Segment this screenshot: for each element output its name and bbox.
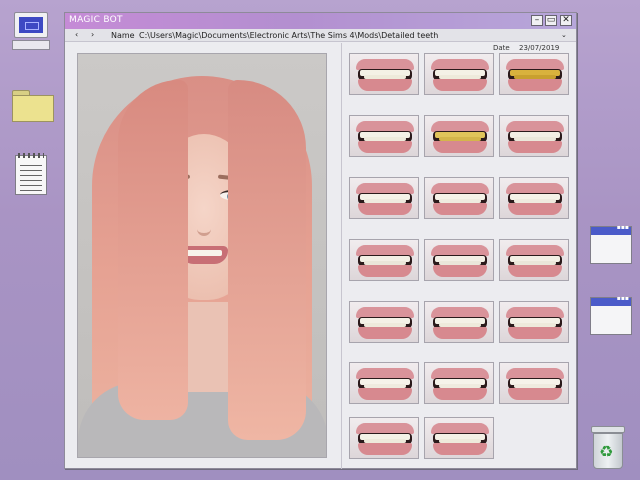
window-icon[interactable] — [590, 295, 632, 335]
title-bar[interactable]: MAGIC BOT – ▭ ✕ — [65, 13, 576, 29]
notepad-spiral-shape — [18, 153, 44, 158]
lower-lip-shape — [358, 388, 412, 400]
lower-lip-shape — [433, 265, 487, 277]
maximize-button[interactable]: ▭ — [545, 15, 557, 26]
lower-teeth-shape — [439, 199, 481, 203]
lower-lip-shape — [508, 203, 562, 215]
window-icon-bar — [591, 295, 631, 306]
lower-teeth-shape — [364, 323, 406, 327]
address-dropdown-icon[interactable]: ⌄ — [561, 31, 567, 39]
pane-divider — [341, 43, 342, 469]
lower-lip-shape — [358, 79, 412, 91]
teeth-thumbnail[interactable] — [499, 362, 569, 404]
address-label: Name — [111, 31, 135, 40]
lower-teeth-shape — [439, 439, 481, 443]
teeth-thumbnail[interactable] — [349, 301, 419, 343]
teeth-thumbnail[interactable] — [424, 362, 494, 404]
lower-lip-shape — [508, 79, 562, 91]
folder-icon[interactable] — [12, 90, 54, 122]
teeth-thumbnail[interactable] — [424, 53, 494, 95]
monitor-shape — [14, 12, 48, 38]
teeth-thumbnail[interactable] — [349, 362, 419, 404]
lower-teeth-shape — [439, 323, 481, 327]
lower-teeth-shape — [514, 384, 556, 388]
lower-teeth-shape — [364, 384, 406, 388]
back-button[interactable]: ‹ — [75, 30, 78, 39]
teeth-thumbnail[interactable] — [349, 417, 419, 459]
lower-teeth-shape — [439, 75, 481, 79]
teeth-thumbnail[interactable] — [349, 53, 419, 95]
teeth-thumbnail[interactable] — [424, 301, 494, 343]
teeth-thumbnail[interactable] — [499, 239, 569, 281]
teeth-thumbnail[interactable] — [499, 53, 569, 95]
lower-teeth-shape — [514, 75, 556, 79]
lower-lip-shape — [358, 203, 412, 215]
lower-teeth-shape — [514, 137, 556, 141]
window-icon-bar — [591, 224, 631, 235]
teeth-thumbnail[interactable] — [349, 115, 419, 157]
teeth-thumbnail[interactable] — [349, 177, 419, 219]
teeth-thumbnail[interactable] — [424, 239, 494, 281]
notepad-icon[interactable] — [15, 153, 47, 195]
lower-teeth-shape — [364, 137, 406, 141]
computer-icon[interactable] — [12, 12, 50, 52]
recycle-bin-icon[interactable]: ♻ — [589, 426, 627, 470]
address-path[interactable]: C:\Users\Magic\Documents\Electronic Arts… — [139, 31, 438, 40]
bin-lid-shape — [591, 426, 625, 433]
lower-teeth-shape — [439, 261, 481, 265]
lower-teeth-shape — [514, 323, 556, 327]
lower-teeth-shape — [439, 137, 481, 141]
close-button[interactable]: ✕ — [560, 15, 572, 26]
lower-lip-shape — [433, 141, 487, 153]
lower-teeth-shape — [439, 384, 481, 388]
forward-button[interactable]: › — [91, 30, 94, 39]
lower-lip-shape — [508, 265, 562, 277]
teeth-thumbnail[interactable] — [499, 301, 569, 343]
lower-lip-shape — [358, 265, 412, 277]
screen-shape — [19, 17, 43, 33]
teeth-thumbnail[interactable] — [499, 115, 569, 157]
lower-lip-shape — [358, 141, 412, 153]
date-label: Date — [493, 44, 510, 52]
lower-teeth-shape — [514, 199, 556, 203]
teeth-thumbnail[interactable] — [424, 177, 494, 219]
hair-left-shape — [118, 80, 188, 420]
teeth-thumbnail[interactable] — [499, 177, 569, 219]
folder-body-shape — [12, 95, 54, 122]
date-value: 23/07/2019 — [519, 44, 560, 52]
address-bar: ‹ › Name C:\Users\Magic\Documents\Electr… — [65, 29, 576, 42]
window-icon[interactable] — [590, 224, 632, 264]
minimize-button[interactable]: – — [531, 15, 543, 26]
lower-lip-shape — [433, 79, 487, 91]
lower-teeth-shape — [364, 261, 406, 265]
lower-teeth-shape — [364, 199, 406, 203]
lower-lip-shape — [358, 443, 412, 455]
lower-teeth-shape — [514, 261, 556, 265]
computer-base-shape — [12, 40, 50, 50]
lower-lip-shape — [508, 388, 562, 400]
lower-lip-shape — [433, 388, 487, 400]
notepad-lines-shape — [20, 165, 42, 191]
teeth-thumbnail[interactable] — [349, 239, 419, 281]
lower-lip-shape — [433, 327, 487, 339]
lower-lip-shape — [508, 327, 562, 339]
lower-teeth-shape — [364, 75, 406, 79]
preview-portrait — [77, 53, 327, 458]
magic-bot-window: MAGIC BOT – ▭ ✕ ‹ › Name C:\Users\Magic\… — [64, 12, 577, 469]
lower-lip-shape — [433, 443, 487, 455]
recycle-symbol-icon: ♻ — [599, 442, 614, 461]
teeth-thumbnail[interactable] — [424, 417, 494, 459]
lower-teeth-shape — [364, 439, 406, 443]
teeth-thumbnail[interactable] — [424, 115, 494, 157]
lower-lip-shape — [508, 141, 562, 153]
lower-lip-shape — [433, 203, 487, 215]
hair-right-shape — [228, 80, 306, 440]
lower-lip-shape — [358, 327, 412, 339]
window-title: MAGIC BOT — [69, 15, 123, 25]
nose-shape — [197, 210, 211, 236]
